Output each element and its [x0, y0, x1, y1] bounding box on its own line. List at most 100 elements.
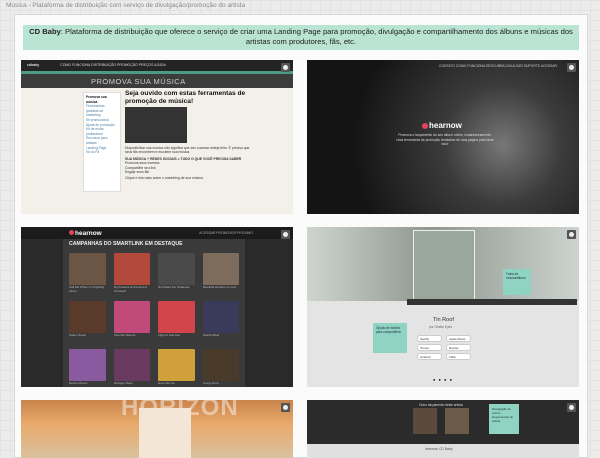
cover-item[interactable]: Here We Go: [158, 349, 195, 387]
release-cover: [413, 408, 437, 434]
cover-caption: Beautiful Harbors of Love: [202, 286, 237, 289]
cover-caption: Here We Go: [158, 382, 175, 385]
screenshot-track-page[interactable]: Faixa de música/álbum Opção de botões pa…: [307, 227, 579, 387]
cover-caption: Stranger Days: [113, 382, 133, 385]
cdbaby-body: Disponibilizar sua música não significa …: [125, 146, 250, 155]
cdbaby-heading: Seja ouvido com estas ferramentas de pro…: [125, 90, 246, 105]
expand-icon[interactable]: [281, 230, 290, 239]
breadcrumb: Música - Plataforma de distribuição com …: [6, 2, 246, 9]
track-title: Tin Roof: [433, 317, 454, 323]
streaming-buttons: Spotify Apple Music iTunes Deezer Amazon…: [417, 335, 471, 360]
cdbaby-hero: PROMOVA SUA MÚSICA: [21, 74, 293, 88]
cover-caption: Give Me Sweets: [113, 334, 136, 337]
cover-art: [202, 301, 239, 333]
stream-button[interactable]: Apple Music: [446, 335, 471, 342]
cover-caption: Atlantis Blue: [202, 334, 220, 337]
cover-art: [113, 301, 150, 333]
hearnow-logo: hearnow: [422, 121, 462, 130]
screenshot-cdbaby[interactable]: cdbaby COMO FUNCIONA DISTRIBUIÇÃO PROMOÇ…: [21, 60, 293, 214]
release-footer: hearnow CD Baby: [425, 447, 453, 451]
cover-item[interactable]: Atlantis Blue: [202, 301, 239, 343]
cdbaby-nav: COMO FUNCIONA DISTRIBUIÇÃO PROMOÇÃO PREÇ…: [60, 63, 166, 67]
hearnow-logo-icon: [69, 230, 74, 235]
expand-icon[interactable]: [567, 230, 576, 239]
canvas-board: CD Baby: Plataforma de distribuição que …: [14, 14, 588, 458]
cover-item[interactable]: Big Dreams at the End of the Road: [113, 253, 150, 295]
panel-title: CAMPANHAS DO SMARTLINK EM DESTAQUE: [69, 241, 183, 247]
description-banner: CD Baby: Plataforma de distribuição que …: [23, 25, 579, 50]
cover-art: [158, 301, 195, 333]
stream-button[interactable]: iTunes: [417, 344, 442, 351]
hearnow-tagline: Promova o lançamento do seu álbum online…: [396, 133, 494, 146]
campaigns-panel: CAMPANHAS DO SMARTLINK EM DESTAQUE Call …: [63, 239, 245, 387]
video-thumbnail: [125, 107, 187, 143]
cover-item[interactable]: Beautiful Harbors of Love: [202, 253, 239, 295]
cover-caption: Stolen Souls: [69, 334, 86, 337]
screenshot-hearnow-campaigns[interactable]: hearnow ACESSAR PROMOVER PROXIMO CAMPANH…: [21, 227, 293, 387]
album-card: [139, 408, 191, 458]
expand-icon[interactable]: [281, 63, 290, 72]
cdbaby-footer: Clique e leia mais sobre o marketing de …: [125, 176, 204, 181]
hearnow-brand: hearnow: [429, 121, 462, 130]
stream-button[interactable]: Tidal: [446, 353, 471, 360]
hearnow-brand: hearnow: [75, 230, 102, 237]
screenshot-other-release[interactable]: Outro lançamento deste artista Divulgaçã…: [307, 400, 579, 458]
track-artist: por Ghetto Eyes: [429, 325, 453, 329]
sticky-note-release: Divulgação de outros lançamentos do arti…: [489, 404, 519, 434]
cover-caption: Dance Moves: [69, 382, 88, 385]
cdbaby-main: Seja ouvido com estas ferramentas de pro…: [125, 90, 255, 181]
cover-art: [113, 253, 150, 285]
cover-art: [113, 349, 150, 381]
cdbaby-sidebar: Promova sua música Ferramentas gratuitas…: [83, 92, 121, 192]
album-art: [413, 230, 475, 304]
list-item: Engaje seus fãs: [125, 170, 150, 175]
cover-art: [69, 253, 106, 285]
cover-item[interactable]: Give Me Sweets: [113, 301, 150, 343]
expand-icon[interactable]: [281, 403, 290, 412]
hearnow-logo-icon: [422, 123, 428, 129]
expand-icon[interactable]: [567, 63, 576, 72]
hearnow-logo: hearnow: [69, 230, 102, 237]
cdbaby-topbar: cdbaby COMO FUNCIONA DISTRIBUIÇÃO PROMOÇ…: [21, 60, 293, 71]
cover-grid: Call Me When I'm Fighting Alone Big Dream…: [69, 253, 239, 387]
stream-button[interactable]: Deezer: [446, 344, 471, 351]
cover-art: [69, 349, 106, 381]
cover-item[interactable]: Dance Moves: [69, 349, 106, 387]
expand-icon[interactable]: [567, 403, 576, 412]
campaigns-topbar: hearnow ACESSAR PROMOVER PROXIMO: [21, 227, 293, 239]
cover-caption: Call Me When I'm Fighting Alone: [69, 286, 105, 293]
cover-art: [158, 253, 195, 285]
sticky-note-buttons: Opção de botões para compartilhar: [373, 323, 407, 353]
cover-item[interactable]: Fight of Summer: [158, 301, 195, 343]
cover-caption: Fight of Summer: [158, 334, 181, 337]
side-item: Ferramentas gratuitas de marketing: [86, 104, 105, 118]
cdbaby-logo: cdbaby: [27, 63, 40, 67]
cover-art: [202, 253, 239, 285]
cover-art: [158, 349, 195, 381]
stream-button[interactable]: Spotify: [417, 335, 442, 342]
cover-item[interactable]: Call Me When I'm Fighting Alone: [69, 253, 106, 295]
cover-item[interactable]: Stolen Souls: [69, 301, 106, 343]
cover-caption: Young Gunz: [202, 382, 219, 385]
cover-art: [69, 301, 106, 333]
cover-item[interactable]: Stranger Days: [113, 349, 150, 387]
side-item: Kit do Fã: [86, 150, 100, 155]
audio-player-bar[interactable]: [407, 299, 577, 305]
side-item: Promova sua música: [86, 95, 107, 104]
screenshot-hearnow-landing[interactable]: CONTATO COMO FUNCIONA DESCUBRA DIVULGAR …: [307, 60, 579, 214]
sticky-note-track: Faixa de música/álbum: [503, 269, 531, 295]
campaigns-nav: ACESSAR PROMOVER PROXIMO: [199, 231, 253, 235]
cover-caption: Big Dreams at the End of the Road: [113, 286, 148, 293]
social-icons: ● ● ● ●: [433, 377, 453, 382]
side-item: Kit de mídia profissional: [86, 127, 104, 136]
brand-name: CD Baby: [29, 27, 61, 36]
screenshot-horizon[interactable]: HORIZON: [21, 400, 293, 458]
side-item: Recursos para artistas: [86, 136, 108, 145]
hearnow-nav: CONTATO COMO FUNCIONA DESCUBRA DIVULGAR …: [438, 64, 557, 68]
release-cover: [445, 408, 469, 434]
cover-item[interactable]: Young Gunz: [202, 349, 239, 387]
cover-item[interactable]: Not Made For Shadows: [158, 253, 195, 295]
cover-caption: Not Made For Shadows: [158, 286, 190, 289]
stream-button[interactable]: Amazon: [417, 353, 442, 360]
cover-art: [202, 349, 239, 381]
